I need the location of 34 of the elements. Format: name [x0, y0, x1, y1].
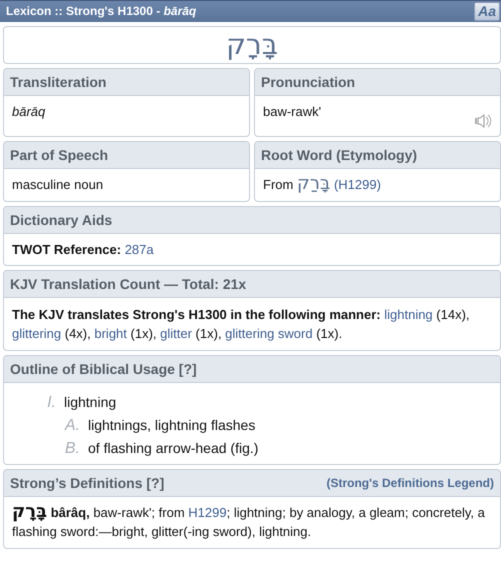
twot-reference-label: TWOT Reference: [12, 242, 122, 257]
definition-link[interactable]: H1299 [188, 505, 227, 520]
font-size-button[interactable]: Aa [474, 2, 500, 21]
part-of-speech-text: masculine noun [12, 177, 104, 192]
outline-item: of flashing arrow-head (fig.) [88, 439, 258, 458]
panel-heading: Dictionary Aids [10, 210, 112, 229]
root-word-link[interactable]: (H1299) [334, 177, 381, 192]
twot-reference-link[interactable]: 287a [124, 242, 154, 257]
translation-count-text: The KJV translates Strong's H1300 in the following manner: lightning (14x), glittering (4x), bright (1x), glitter (1x), glittering sword (1x). [12, 306, 471, 344]
outline-marker: B. [64, 439, 80, 460]
panel-heading: KJV Translation Count — Total: 21x [10, 275, 246, 294]
outline-item: lightnings, lightning flashes [88, 416, 256, 436]
outline-item: lightning [64, 393, 116, 412]
hebrew-headword: בָּרָק [225, 27, 279, 63]
panel-heading: Part of Speech [10, 146, 108, 164]
panel-heading: Root Word (Etymology) [261, 146, 418, 164]
panel-heading: Transliteration [10, 73, 106, 91]
translation-link[interactable]: glitter [160, 326, 192, 342]
panel-heading: Pronunciation [261, 73, 356, 91]
translation-link[interactable]: lightning [384, 307, 433, 322]
translation-link[interactable]: glittering [12, 326, 62, 342]
outline-marker: A. [63, 416, 80, 436]
panel-heading: Strong’s Definitions [?] [10, 474, 164, 492]
speaker-icon[interactable] [474, 111, 492, 129]
pronunciation-text: baw-rawk' [263, 103, 322, 121]
root-word-label: From [263, 177, 294, 192]
hebrew-root-word: בָּרַק [296, 173, 330, 194]
translation-link[interactable]: bright [94, 326, 127, 342]
window-title: Lexicon :: Strong's H1300 - bārāq [6, 3, 196, 20]
panel-heading: Outline of Biblical Usage [?] [10, 360, 197, 378]
outline-marker: I. [46, 393, 56, 414]
translation-link[interactable]: glittering sword [225, 326, 313, 342]
transliteration-text: bārāq [12, 104, 46, 119]
legend-link[interactable]: (Strong's Definitions Legend) [326, 474, 494, 492]
